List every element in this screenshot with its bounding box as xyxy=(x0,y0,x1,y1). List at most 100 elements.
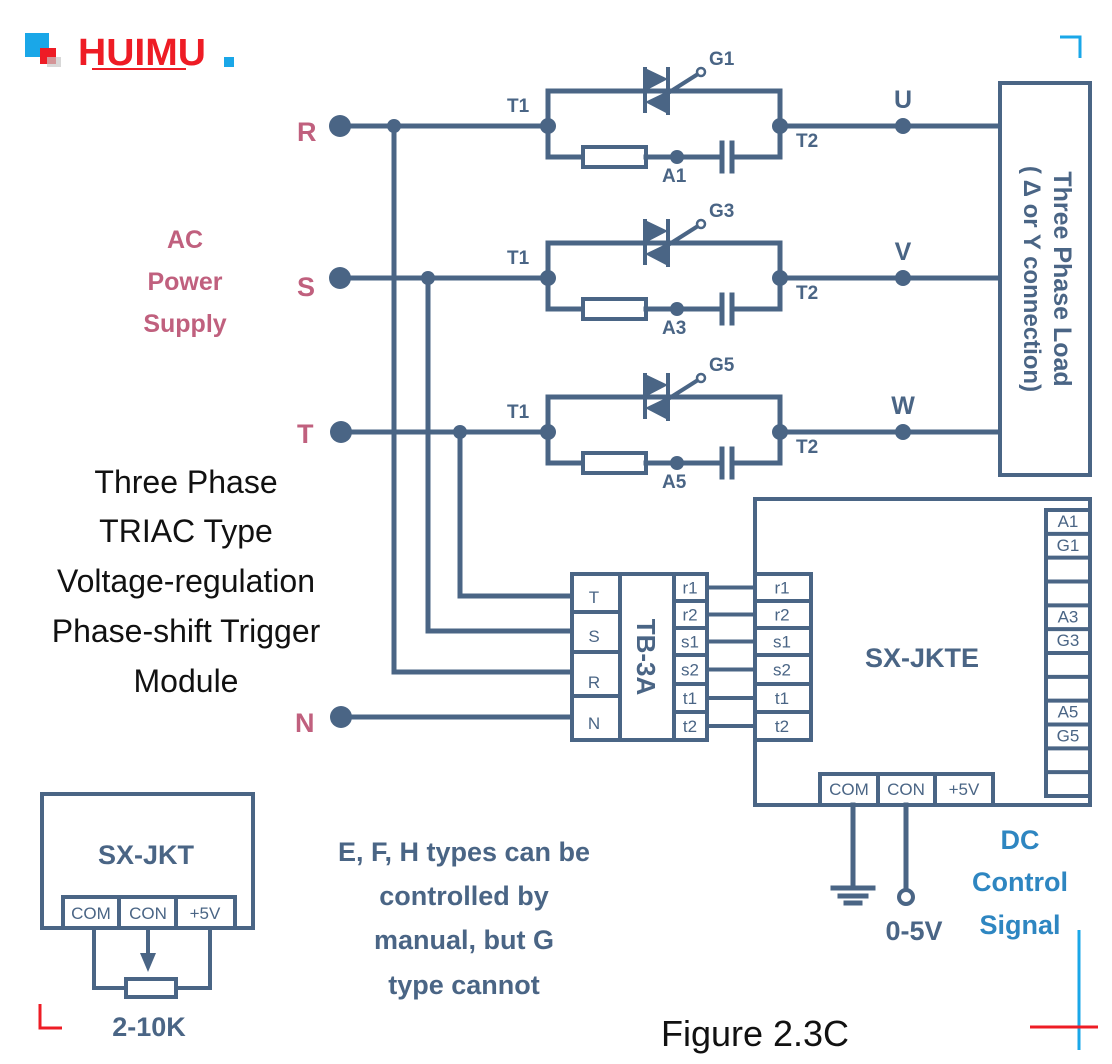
tb3a-pin-s: S xyxy=(588,627,599,646)
triac-icon xyxy=(645,374,668,397)
triac-icon xyxy=(645,397,668,420)
t2-label: T2 xyxy=(796,283,818,304)
sxjkte-in-t2: t2 xyxy=(775,717,789,736)
output-label: U xyxy=(894,86,912,114)
output-node xyxy=(895,270,911,286)
phase-label-r: R xyxy=(297,117,317,147)
corner-mark-top-right xyxy=(1060,35,1082,58)
output-label: V xyxy=(895,238,912,266)
dc-label-line2: Control xyxy=(972,867,1068,897)
neutral-label: N xyxy=(295,708,315,738)
t1-label: T1 xyxy=(507,402,530,423)
sxjkte-right-pin-a3: A3 xyxy=(1058,607,1079,626)
svg-text:E, F, H types can be: E, F, H types can be xyxy=(338,837,590,867)
t2-label: T2 xyxy=(796,131,818,152)
triac-branch-2: T1 T2 G3 A3 V xyxy=(507,201,1003,339)
tb3a-out-t1: t1 xyxy=(683,689,697,708)
supply-title-line1: AC xyxy=(167,226,203,254)
snubber-label: A5 xyxy=(662,472,687,493)
triac-icon xyxy=(645,243,668,266)
tb3a-name: TB-3A xyxy=(631,619,661,696)
sxjkte-name: SX-JKTE xyxy=(865,643,979,673)
tb3a-out-t2: t2 xyxy=(683,717,697,736)
gate-label: G3 xyxy=(709,201,734,222)
gate-label: G1 xyxy=(709,49,735,70)
triac-branch-3: T1 T2 G5 A5 W xyxy=(507,355,1003,493)
sxjkt-module: SX-JKT COM CON +5V 2-10K xyxy=(40,792,255,1042)
sxjkte-bottom-pin-0: COM xyxy=(829,780,869,799)
gate-terminal xyxy=(695,372,707,384)
pot-value-label: 2-10K xyxy=(112,1012,186,1042)
wiring-diagram: HUIMU R S T N AC Power Supply T1 T2 G1 A1 U T… xyxy=(25,32,1098,1054)
pot-wire-com xyxy=(92,928,126,990)
tb3a-module: T S R N TB-3A r1 r2 s1 s2 t1 t2 xyxy=(570,572,755,742)
snubber-node xyxy=(670,302,684,316)
sxjkte-bottom-pin-2: +5V xyxy=(949,780,980,799)
snubber-node xyxy=(670,456,684,470)
resistor-icon xyxy=(581,297,648,321)
sxjkte-in-r2: r2 xyxy=(774,606,789,625)
svg-text:type cannot: type cannot xyxy=(388,970,540,1000)
triac-icon xyxy=(645,220,668,243)
tb3a-out-r2: r2 xyxy=(682,606,697,625)
t1-label: T1 xyxy=(507,248,530,269)
dc-label-line1: DC xyxy=(1001,825,1040,855)
wire-t-tap xyxy=(457,429,575,599)
load-title: Three Phase Load xyxy=(1048,171,1076,386)
svg-text:Module: Module xyxy=(134,663,239,699)
sxjkte-in-s2: s2 xyxy=(773,661,791,680)
tb3a-pin-n: N xyxy=(588,714,600,733)
sxjkte-right-pin-a1: A1 xyxy=(1058,512,1079,531)
sxjkte-in-s1: s1 xyxy=(773,633,791,652)
tb3a-out-s1: s1 xyxy=(681,633,699,652)
sxjkte-right-pin-a5: A5 xyxy=(1058,703,1079,722)
gate-terminal xyxy=(695,66,707,78)
tb3a-out-s2: s2 xyxy=(681,661,699,680)
tb3a-out-r1: r1 xyxy=(682,579,697,598)
triac-branch-1: T1 T2 G1 A1 U xyxy=(507,49,1003,187)
sxjkte-in-r1: r1 xyxy=(774,579,789,598)
module-title: Three Phase TRIAC Type Voltage-regulatio… xyxy=(52,464,321,699)
logo: HUIMU xyxy=(25,32,234,74)
sxjkte-right-pin-g3: G3 xyxy=(1057,631,1080,650)
wire-r-tap xyxy=(391,123,575,675)
snubber-label: A3 xyxy=(662,318,686,339)
output-node xyxy=(895,424,911,440)
signal-input-terminal xyxy=(897,888,915,906)
svg-text:controlled by: controlled by xyxy=(379,881,549,911)
potentiometer-icon xyxy=(124,977,178,999)
phase-label-s: S xyxy=(297,272,315,302)
output-node xyxy=(895,118,911,134)
sxjkte-bottom-pin-1: CON xyxy=(887,780,925,799)
logo-text: HUIMU xyxy=(78,32,206,74)
sxjkte-right-pin-g1: G1 xyxy=(1057,536,1080,555)
triac-icon xyxy=(645,91,668,114)
svg-text:manual, but G: manual, but G xyxy=(374,925,554,955)
svg-text:Voltage-regulation: Voltage-regulation xyxy=(57,563,315,599)
resistor-icon xyxy=(581,145,648,169)
svg-text:Three Phase: Three Phase xyxy=(94,464,277,500)
figure-caption: Figure 2.3C xyxy=(661,1013,849,1054)
signal-range-label: 0-5V xyxy=(885,916,942,946)
snubber-node xyxy=(670,150,684,164)
supply-title-line3: Supply xyxy=(143,310,226,338)
load-subtitle: ( Δ or Y connection) xyxy=(1018,166,1045,392)
ground-icon xyxy=(830,885,876,906)
logo-dot xyxy=(224,57,234,67)
t1-label: T1 xyxy=(507,96,530,117)
svg-text:Phase-shift Trigger: Phase-shift Trigger xyxy=(52,613,321,649)
output-label: W xyxy=(891,392,915,420)
sxjkt-pin-5v: +5V xyxy=(190,904,221,923)
supply-title-line2: Power xyxy=(147,268,222,296)
corner-mark-bottom-left xyxy=(38,1004,62,1030)
sxjkte-module: r1 r2 s1 s2 t1 t2 SX-JKTE A1 G1 A3 G3 A5 G5 COM CON… xyxy=(753,497,1092,807)
sxjkt-name: SX-JKT xyxy=(98,840,195,870)
pot-wire-5v xyxy=(176,928,212,990)
gate-terminal xyxy=(695,218,707,230)
sxjkt-pin-con: CON xyxy=(129,904,167,923)
phase-label-t: T xyxy=(297,419,314,449)
manual-control-note: E, F, H types can be controlled by manua… xyxy=(338,837,590,1000)
tb3a-pin-r: R xyxy=(588,673,600,692)
sxjkte-in-t1: t1 xyxy=(775,689,789,708)
gate-label: G5 xyxy=(709,355,735,376)
